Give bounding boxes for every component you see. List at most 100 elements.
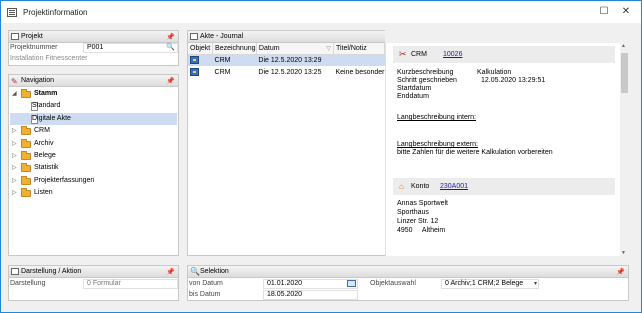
nav-item-label: Belege [34, 152, 56, 159]
von-datum-field[interactable]: 01.01.2020 [263, 279, 358, 289]
title-bar: Projektinformation ☐ ✕ [1, 1, 641, 23]
scroll-up-icon[interactable]: ▲ [621, 43, 626, 49]
selektion-panel: 🔍 Selektion 📌 von Datum 01.01.2020 bis D… [187, 265, 629, 301]
house-icon: ⌂ [399, 182, 404, 191]
folder-icon [21, 126, 31, 136]
nav-item[interactable]: ▷ Projekterfassungen [10, 175, 177, 187]
sort-arrow-icon: ▽ [326, 45, 331, 52]
folder-icon [21, 138, 31, 148]
maximize-button[interactable]: ☐ [597, 6, 611, 17]
langbeschreibung-extern-text: bitte Zahlen für die weitere Kalkulation… [397, 149, 553, 156]
row-bezeichnung: CRM [214, 68, 231, 76]
objektauswahl-select[interactable]: 0 Archiv;1 CRM;2 Belege ▾ [441, 279, 539, 289]
nav-item[interactable]: Standard [10, 100, 177, 112]
address-line: 4950 Altheim [397, 227, 446, 234]
nav-item-label: Stamm [34, 90, 58, 97]
nav-item[interactable]: ◢ Stamm [10, 88, 177, 100]
close-button[interactable]: ✕ [619, 6, 633, 17]
navigation-panel: ✎ Navigation 📌 ◢ Stamm Standard Digitale Ak… [8, 74, 179, 256]
crm-object-icon [188, 54, 213, 66]
column-datum[interactable]: Datum ▽ [256, 43, 334, 55]
row-titel: Keine besonder [335, 68, 385, 76]
calendar-icon[interactable] [347, 280, 356, 287]
field-label: Enddatum [397, 93, 429, 100]
expand-arrow-icon[interactable]: ▷ [12, 125, 17, 137]
nav-item[interactable]: ▷ Listen [10, 187, 177, 199]
journal-panel: Akte - Journal Objekt Bezeichnung Datum ▽… [187, 30, 386, 256]
navigation-tree: ◢ Stamm Standard Digitale Akte ▷ CRM ▷ Archiv ▷ B… [10, 88, 177, 248]
nav-item[interactable]: ▷ Statistik [10, 162, 177, 174]
window-icon [7, 8, 17, 17]
crm-section-header: ✂ CRM 10026 [393, 46, 615, 63]
pin-icon[interactable]: 📌 [166, 32, 175, 43]
nav-item-label: Projekterfassungen [34, 176, 95, 184]
langbeschreibung-intern-label: Langbeschreibung intern: [397, 114, 477, 121]
row-titel [333, 54, 385, 66]
projekt-subtitle: Installation Fitnesscenter [10, 55, 88, 62]
projektnummer-label: Projektnummer [10, 44, 58, 51]
bis-datum-field[interactable]: 18.05.2020 [263, 290, 358, 300]
journal-row[interactable]: CRM Die 12.5.2020 13:25 Keine besonder [188, 66, 385, 78]
folder-window-icon [11, 33, 19, 40]
journal-table: Objekt Bezeichnung Datum ▽ Titel/Notiz CR… [188, 43, 386, 78]
column-bezeichnung[interactable]: Bezeichnung [212, 43, 257, 55]
folder-icon [21, 151, 31, 160]
nav-item[interactable]: ▷ Belege [10, 150, 177, 162]
expand-arrow-icon[interactable]: ▷ [12, 175, 17, 187]
tools-icon: ✂ [399, 49, 407, 59]
nav-item-label: Archiv [34, 139, 54, 147]
journal-header: Akte - Journal [188, 31, 385, 43]
konto-number-link[interactable]: 230A001 [440, 178, 468, 195]
konto-section-header: ⌂ Konto 230A001 [393, 178, 615, 195]
journal-header-row: Objekt Bezeichnung Datum ▽ Titel/Notiz [188, 43, 386, 55]
expand-arrow-icon[interactable]: ▷ [12, 162, 17, 174]
row-bezeichnung: CRM [212, 54, 257, 66]
expand-arrow-icon[interactable]: ▷ [12, 150, 17, 162]
column-objekt[interactable]: Objekt [188, 43, 214, 55]
folder-icon [21, 89, 31, 98]
folder-icon [21, 188, 31, 198]
von-datum-label: von Datum [189, 280, 223, 287]
field-value: 12.05.2020 13:29:51 [481, 77, 546, 84]
collapse-arrow-icon[interactable]: ◢ [12, 88, 17, 100]
folder-icon [21, 163, 31, 173]
folder-icon [21, 175, 31, 185]
selektion-header: 🔍 Selektion 📌 [188, 266, 628, 278]
navigation-header: ✎ Navigation 📌 [9, 75, 178, 87]
nav-item[interactable]: ▷ Archiv [10, 138, 177, 150]
nav-item-label: Digitale Akte [32, 114, 71, 122]
bis-datum-label: bis Datum [189, 291, 221, 298]
navigation-icon: ✎ [11, 77, 18, 86]
nav-item[interactable]: ▷ CRM [10, 125, 177, 137]
nav-item-label: Statistik [34, 164, 59, 172]
search-icon[interactable]: 🔍 [166, 44, 175, 52]
row-datum: Die 12.5.2020 13:29 [256, 54, 334, 66]
column-titel[interactable]: Titel/Notiz [333, 43, 386, 55]
search-icon: 🔍 [190, 267, 200, 276]
darstellung-select[interactable]: 0 Formular [83, 279, 178, 289]
nav-item-label: Listen [34, 189, 53, 197]
display-icon [11, 268, 19, 275]
darstellung-label: Darstellung [10, 280, 46, 287]
journal-row[interactable]: CRM Die 12.5.2020 13:29 [188, 54, 385, 66]
crm-number-link[interactable]: 10026 [443, 46, 462, 63]
nav-item-label: Standard [32, 102, 61, 110]
expand-arrow-icon[interactable]: ▷ [12, 187, 17, 199]
chevron-down-icon[interactable]: ▾ [534, 280, 537, 288]
nav-item[interactable]: Digitale Akte [10, 112, 177, 125]
journal-icon [190, 33, 198, 40]
row-datum: Die 12.5.2020 13:25 [258, 68, 322, 76]
projektnummer-field[interactable]: P001 🔍 [83, 43, 178, 53]
pin-icon[interactable]: 📌 [166, 267, 175, 278]
detail-scrollbar[interactable]: ▲ ▼ [620, 43, 629, 256]
scroll-down-icon[interactable]: ▼ [621, 250, 626, 256]
darstellung-panel: Darstellung / Aktion 📌 Darstellung 0 For… [8, 265, 179, 301]
window-title: Projektinformation [23, 8, 88, 17]
pin-icon[interactable]: 📌 [616, 267, 625, 278]
expand-arrow-icon[interactable]: ▷ [12, 138, 17, 150]
objektauswahl-label: Objektauswahl [370, 280, 416, 287]
crm-object-icon [188, 66, 213, 78]
projekt-header: Projekt 📌 [9, 31, 178, 43]
pin-icon[interactable]: 📌 [166, 76, 175, 87]
scrollbar-thumb[interactable] [621, 53, 628, 93]
